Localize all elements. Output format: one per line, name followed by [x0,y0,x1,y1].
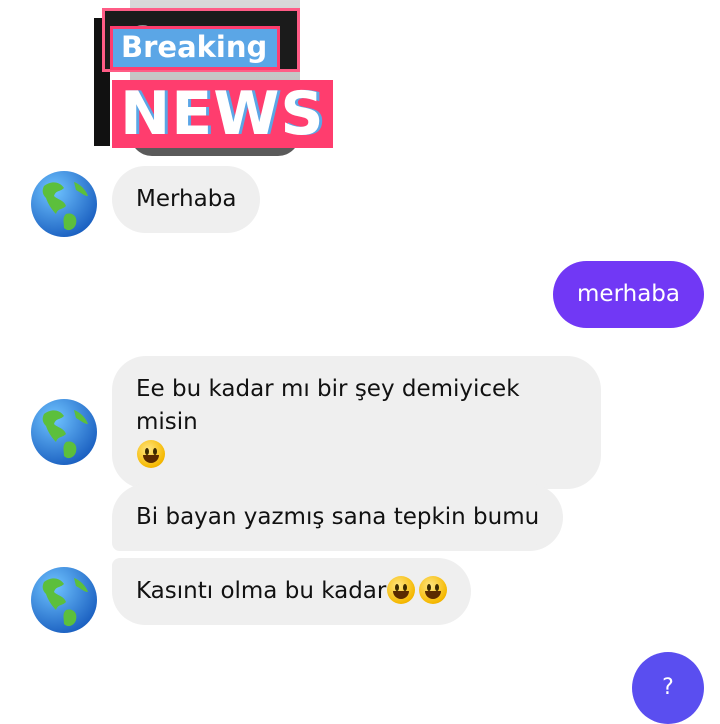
message-text: merhaba [577,281,680,307]
help-button[interactable]: ? [632,652,704,724]
earth-globe-icon [31,567,97,633]
message-bubble-outgoing[interactable]: merhaba [553,261,704,328]
breaking-news-sticker[interactable]: SWAN Breaking NEWS [90,0,340,160]
message-text: Merhaba [136,186,237,212]
earth-globe-icon [31,171,97,237]
message-bubble-incoming[interactable]: Ee bu kadar mı bir şey demiyicek misin [112,356,601,489]
grinning-face-icon [387,576,416,604]
message-bubble-incoming[interactable]: Bi bayan yazmış sana tepkin bumu [112,484,564,551]
grinning-face-icon [137,440,165,468]
sender-avatar[interactable] [30,398,98,466]
message-bubble-incoming[interactable]: Merhaba [112,166,261,233]
grinning-face-icon [419,576,448,604]
news-label: NEWS [112,80,333,148]
message-text: Bi bayan yazmış sana tepkin bumu [136,504,540,530]
message-bubble-incoming[interactable]: Kasıntı olma bu kadar [112,558,472,625]
breaking-label: Breaking [110,26,281,70]
message-text: Ee bu kadar mı bir şey demiyicek misin [136,376,520,435]
sender-avatar[interactable] [30,566,98,634]
earth-globe-icon [31,399,97,465]
sender-avatar[interactable] [30,170,98,238]
message-text: Kasıntı olma bu kadar [136,578,387,604]
help-label: ? [662,675,674,700]
